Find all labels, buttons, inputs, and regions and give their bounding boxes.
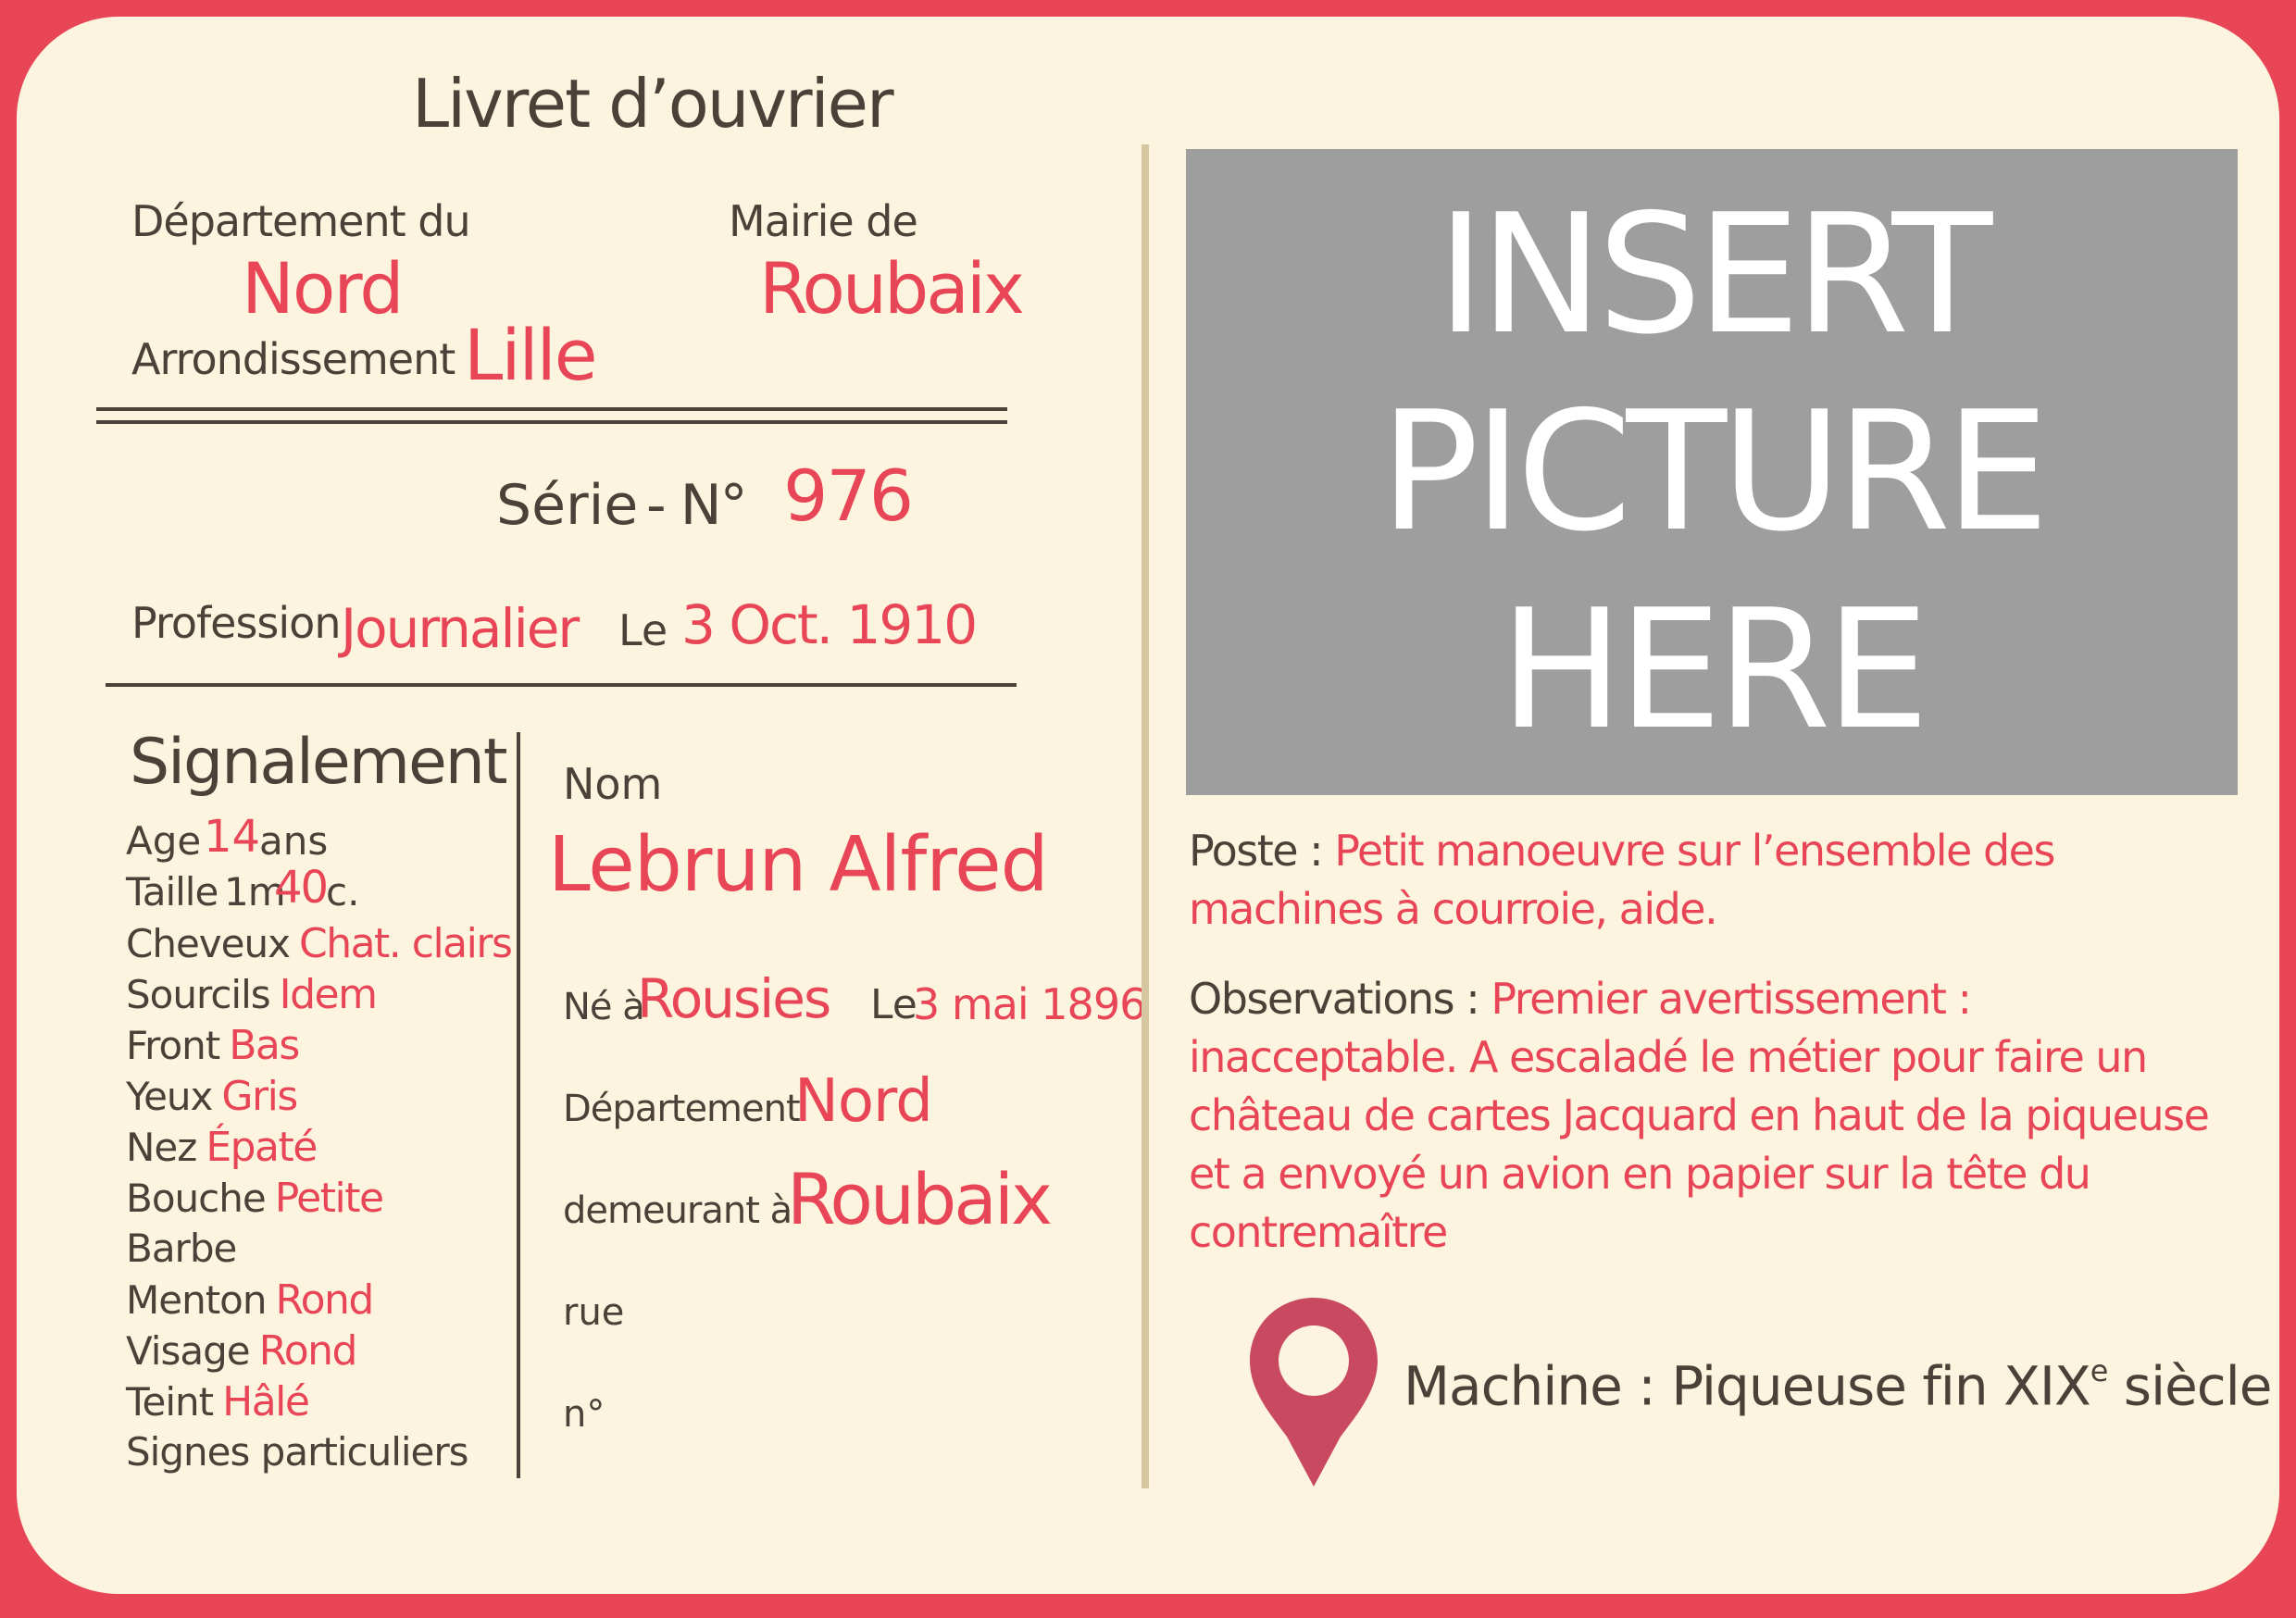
- birthplace-value: Rousies: [637, 967, 831, 1030]
- poste-label: Poste :: [1189, 826, 1324, 876]
- age-unit: ans: [259, 818, 329, 864]
- signalement-row-value: Chat. clairs: [298, 920, 513, 967]
- column-rule: [517, 732, 520, 1478]
- taille-label: Taille: [126, 869, 218, 915]
- observations-label: Observations :: [1189, 974, 1480, 1024]
- serie-number: 976: [783, 454, 914, 537]
- serie-number-label: - N°: [646, 473, 748, 538]
- age-label: Age: [126, 818, 202, 864]
- taille-centimeters: 40: [274, 862, 329, 914]
- signalement-row-label: Teint: [126, 1379, 214, 1425]
- signalement-row-value: Idem: [279, 971, 378, 1018]
- signalement-row-label: Visage: [126, 1328, 251, 1374]
- signalement-row-label: Sourcils: [126, 972, 271, 1017]
- signalement-title: Signalement: [130, 726, 508, 799]
- signalement-row: Visage Rond: [126, 1328, 357, 1374]
- signalement-row-label: Yeux: [126, 1074, 213, 1119]
- birth-departement-label: Département: [563, 1088, 801, 1130]
- signalement-row-value: Hâlé: [222, 1378, 310, 1425]
- map-pin-icon: [1250, 1298, 1378, 1487]
- profession-label: Profession: [131, 598, 341, 648]
- double-rule-top: [96, 407, 1007, 411]
- signalement-row-label: Barbe: [126, 1226, 237, 1271]
- birth-departement-value: Nord: [794, 1067, 933, 1136]
- arrondissement-value: Lille: [464, 314, 597, 396]
- signalement-row: Yeux Gris: [126, 1074, 298, 1119]
- signalement-row: Sourcils Idem: [126, 972, 378, 1017]
- profession-value: Journalier: [341, 597, 580, 660]
- machine-label-text: Machine : Piqueuse fin XIX: [1404, 1354, 2091, 1418]
- signalement-row: Signes particuliers: [126, 1433, 469, 1472]
- signalement-row-value: Rond: [275, 1276, 374, 1324]
- signalement-row: Barbe: [126, 1226, 237, 1271]
- signalement-row-label: Nez: [126, 1125, 197, 1170]
- signalement-row-value: Bas: [229, 1022, 300, 1069]
- machine-label-suffix: siècle: [2107, 1354, 2273, 1418]
- observations-paragraph: Observations : Premier avertissement : i…: [1189, 970, 2244, 1262]
- signalement-row-value: Épaté: [206, 1124, 318, 1171]
- signalement-row-label: Menton: [126, 1277, 267, 1323]
- departement-label: Département du: [131, 196, 471, 246]
- taille-unit: c.: [326, 869, 360, 915]
- signalement-row-label: Signes particuliers: [126, 1429, 469, 1475]
- photo-placeholder-text: INSERT PICTURE HERE: [1379, 178, 2049, 765]
- photo-placeholder[interactable]: INSERT PICTURE HERE: [1186, 149, 2238, 795]
- signalement-row-value: Rond: [258, 1327, 358, 1375]
- signalement-row-label: Bouche: [126, 1176, 267, 1221]
- signalement-row-label: Cheveux: [126, 921, 291, 966]
- residence-label: demeurant à: [563, 1189, 792, 1232]
- birthplace-label: Né à: [563, 986, 645, 1028]
- birthdate-value: 3 mai 1896: [913, 979, 1146, 1029]
- signalement-row: Menton Rond: [126, 1277, 374, 1323]
- arrondissement-label: Arrondissement: [131, 334, 455, 384]
- serie-label: Série: [496, 473, 639, 538]
- signalement-row: Teint Hâlé: [126, 1379, 310, 1425]
- section-rule: [106, 683, 1017, 687]
- booklet-title: Livret d’ouvrier: [412, 65, 894, 143]
- signalement-row: Bouche Petite: [126, 1175, 384, 1222]
- departement-value: Nord: [242, 247, 405, 330]
- mairie-value: Roubaix: [759, 247, 1025, 330]
- date-label: Le: [618, 605, 668, 655]
- age-value: 14: [204, 811, 261, 863]
- signalement-row: Nez Épaté: [126, 1124, 318, 1171]
- street-number-label: n°: [563, 1393, 605, 1436]
- page-divider: [1142, 144, 1149, 1488]
- signalement-row-value: Gris: [221, 1073, 298, 1120]
- birthdate-label: Le: [870, 981, 917, 1028]
- date-value: 3 Oct. 1910: [681, 593, 978, 656]
- signalement-row: Cheveux Chat. clairs: [126, 921, 513, 966]
- mairie-label: Mairie de: [729, 196, 918, 246]
- signalement-row-value: Petite: [274, 1175, 384, 1222]
- signalement-row: Front Bas: [126, 1023, 300, 1068]
- machine-label-superscript: e: [2090, 1353, 2109, 1388]
- nom-label: Nom: [563, 759, 663, 809]
- poste-paragraph: Poste : Petit manoeuvre sur l’ensemble d…: [1189, 822, 2244, 939]
- worker-booklet-card: Livret d’ouvrier Département du Nord Mai…: [17, 17, 2279, 1594]
- nom-value: Lebrun Alfred: [548, 821, 1049, 909]
- signalement-row-label: Front: [126, 1023, 220, 1068]
- machine-label: Machine : Piqueuse fin XIXe siècle: [1404, 1356, 2272, 1413]
- residence-value: Roubaix: [787, 1158, 1053, 1240]
- street-label: rue: [563, 1291, 625, 1334]
- double-rule-bottom: [96, 420, 1007, 424]
